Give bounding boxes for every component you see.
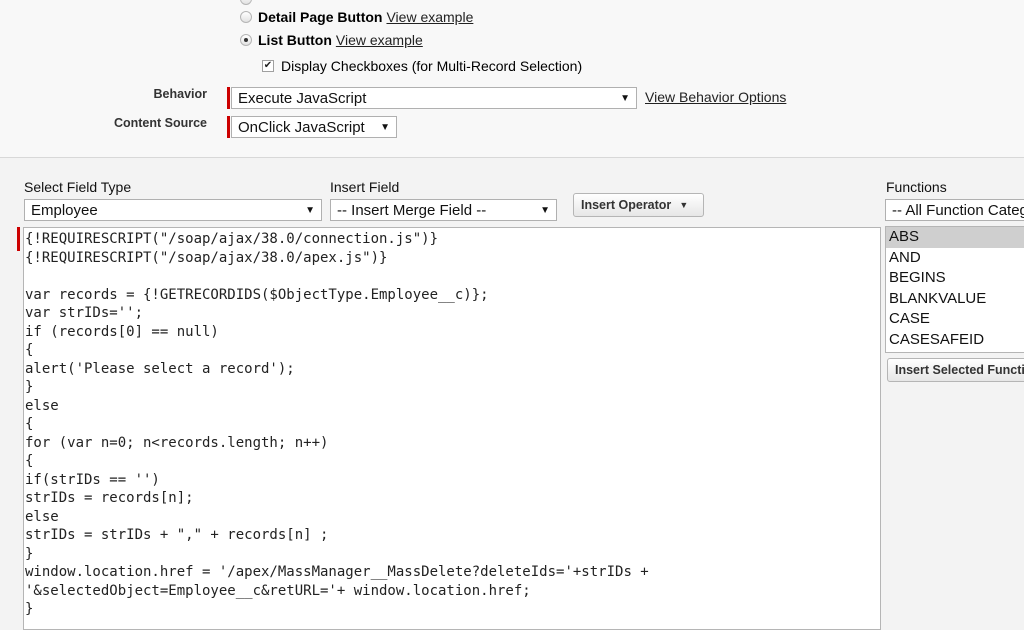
insert-field-label: Insert Field xyxy=(330,179,400,195)
radio-detail-page-button[interactable]: Detail Page Button View example xyxy=(240,8,473,26)
function-category-value: -- All Function Categories -- xyxy=(892,201,1024,219)
section-divider xyxy=(0,157,1024,158)
function-item-begins[interactable]: BEGINS xyxy=(886,268,1024,289)
field-type-value: Employee xyxy=(31,201,98,219)
content-source-required-indicator xyxy=(227,116,230,138)
code-line: { xyxy=(25,416,34,432)
content-source-label: Content Source xyxy=(113,116,207,130)
insert-selected-function-button[interactable]: Insert Selected Function xyxy=(887,358,1024,382)
code-line: var strIDs=''; xyxy=(25,305,144,321)
chevron-down-icon: ▼ xyxy=(540,204,550,216)
display-checkboxes-checkbox[interactable]: ✔ xyxy=(262,60,274,72)
behavior-label: Behavior xyxy=(153,87,208,101)
behavior-value: Execute JavaScript xyxy=(238,89,367,107)
insert-field-value: -- Insert Merge Field -- xyxy=(337,201,487,219)
radio-list[interactable] xyxy=(240,34,252,46)
code-line: if(strIDs == '') xyxy=(25,471,160,488)
code-line: else xyxy=(25,397,59,414)
insert-operator-label: Insert Operator xyxy=(581,198,672,212)
chevron-down-icon: ▼ xyxy=(380,121,390,133)
display-checkboxes-label: Display Checkboxes (for Multi-Record Sel… xyxy=(281,58,583,74)
field-type-select[interactable]: Employee ▼ xyxy=(24,199,322,221)
code-line: '&selectedObject=Employee__c&retURL='+ w… xyxy=(25,582,531,599)
code-line: strIDs = records[n]; xyxy=(25,490,194,506)
code-line: {!REQUIRESCRIPT("/soap/ajax/38.0/connect… xyxy=(25,231,439,247)
code-line: {!REQUIRESCRIPT("/soap/ajax/38.0/apex.js… xyxy=(25,249,388,266)
radio-list-button[interactable]: List Button View example xyxy=(240,31,423,49)
display-checkboxes-row[interactable]: ✔ Display Checkboxes (for Multi-Record S… xyxy=(262,57,582,75)
code-editor[interactable]: {!REQUIRESCRIPT("/soap/ajax/38.0/connect… xyxy=(23,227,881,630)
code-line: { xyxy=(25,342,34,358)
function-category-select[interactable]: -- All Function Categories -- xyxy=(885,199,1024,221)
code-line: window.location.href = '/apex/MassManage… xyxy=(25,564,649,580)
behavior-required-indicator xyxy=(227,87,230,109)
code-line: } xyxy=(25,379,34,395)
insert-field-select[interactable]: -- Insert Merge Field -- ▼ xyxy=(330,199,557,221)
code-line: if (records[0] == null) xyxy=(25,323,219,340)
code-line: { xyxy=(25,453,34,469)
select-field-type-label: Select Field Type xyxy=(24,179,132,195)
code-line: } xyxy=(25,601,34,617)
code-line: alert('Please select a record'); xyxy=(25,360,295,377)
code-line: strIDs = strIDs + "," + records[n] ; xyxy=(25,527,329,543)
chevron-down-icon: ▼ xyxy=(679,200,689,210)
radio-partial[interactable] xyxy=(240,0,252,5)
chevron-down-icon: ▼ xyxy=(620,92,630,104)
behavior-select[interactable]: Execute JavaScript ▼ xyxy=(231,87,637,109)
function-item-casesafeid[interactable]: CASESAFEID xyxy=(886,330,1024,351)
code-line: else xyxy=(25,508,59,525)
code-line: var records = {!GETRECORDIDS($ObjectType… xyxy=(25,286,489,303)
insert-operator-button[interactable]: Insert Operator ▼ xyxy=(573,193,704,217)
content-source-select[interactable]: OnClick JavaScript ▼ xyxy=(231,116,397,138)
detail-page-view-example-link[interactable]: View example xyxy=(386,9,473,25)
button-settings-section xyxy=(0,0,1024,158)
function-item-blankvalue[interactable]: BLANKVALUE xyxy=(886,289,1024,310)
function-item-abs[interactable]: ABS xyxy=(886,227,1024,248)
functions-label: Functions xyxy=(886,179,947,195)
code-line: for (var n=0; n<records.length; n++) xyxy=(25,434,329,451)
function-item-case[interactable]: CASE xyxy=(886,309,1024,330)
list-button-label: List Button xyxy=(258,32,332,48)
insert-selected-function-label: Insert Selected Function xyxy=(895,363,1024,377)
radio-row-hidden xyxy=(240,0,258,8)
list-button-view-example-link[interactable]: View example xyxy=(336,32,423,48)
view-behavior-options-link[interactable]: View Behavior Options xyxy=(645,89,786,105)
radio-detail-page[interactable] xyxy=(240,11,252,23)
content-source-value: OnClick JavaScript xyxy=(238,118,365,136)
functions-list[interactable]: ABS AND BEGINS BLANKVALUE CASE CASESAFEI… xyxy=(885,226,1024,353)
code-required-indicator xyxy=(17,227,20,251)
detail-page-button-label: Detail Page Button xyxy=(258,9,383,25)
function-item-and[interactable]: AND xyxy=(886,248,1024,269)
code-line: } xyxy=(25,545,34,562)
chevron-down-icon: ▼ xyxy=(305,204,315,216)
